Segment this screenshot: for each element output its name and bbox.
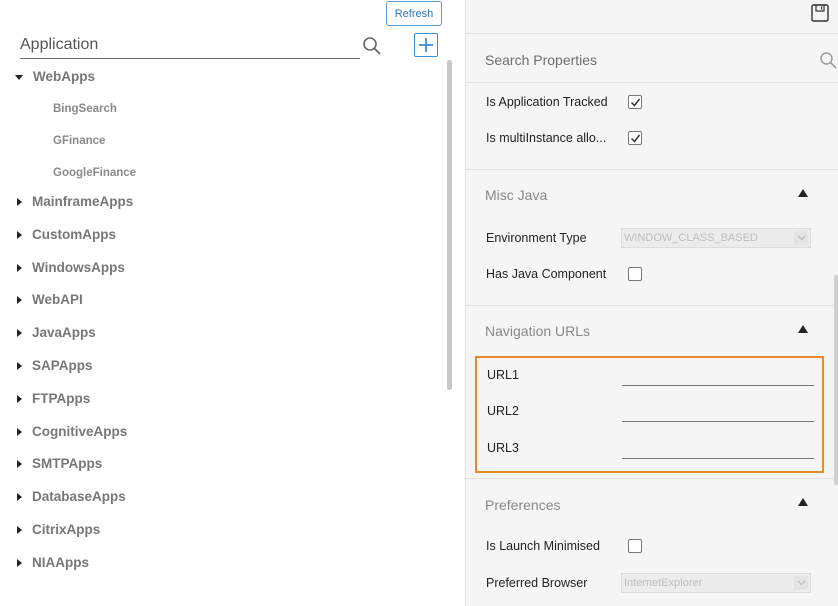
environment-type-label: Environment Type: [486, 231, 587, 245]
navigation-urls-group: URL1 URL2 URL3: [475, 356, 824, 473]
tree-item-label: SMTPApps: [32, 456, 103, 471]
is-application-tracked-label: Is Application Tracked: [486, 95, 608, 109]
search-icon[interactable]: [362, 36, 382, 56]
application-search-input[interactable]: [20, 34, 360, 56]
tree-item-label: MainframeApps: [32, 194, 134, 209]
caret-right-icon[interactable]: [15, 362, 23, 370]
chevron-down-icon: [794, 576, 808, 590]
tree-item-label: CustomApps: [32, 227, 116, 242]
section-title: Misc Java: [485, 187, 548, 203]
caret-right-icon[interactable]: [15, 231, 23, 239]
preferences-section-header[interactable]: Preferences: [466, 478, 838, 528]
caret-right-icon[interactable]: [15, 329, 23, 337]
tree-child-label: GFinance: [53, 135, 106, 147]
tree-item-label: DatabaseApps: [32, 489, 126, 504]
tree-child-label: BingSearch: [53, 103, 117, 115]
caret-down-icon[interactable]: [15, 73, 23, 81]
search-icon[interactable]: [819, 51, 837, 69]
caret-right-icon[interactable]: [15, 559, 23, 567]
environment-type-row: Environment Type: [486, 226, 587, 250]
is-launch-minimised-label: Is Launch Minimised: [486, 539, 600, 553]
has-java-component-row: Has Java Component: [486, 262, 606, 286]
property-search-bar: [466, 33, 838, 83]
tree-item-label: JavaApps: [32, 325, 96, 340]
caret-right-icon[interactable]: [15, 493, 23, 501]
is-application-tracked-row: Is Application Tracked: [486, 90, 608, 114]
preferred-browser-value: InternetExplorer: [624, 577, 703, 589]
has-java-component-label: Has Java Component: [486, 267, 607, 281]
url2-label: URL2: [487, 404, 519, 418]
caret-up-icon[interactable]: [797, 188, 809, 198]
tree-item-label: WindowsApps: [32, 260, 125, 275]
properties-scrollbar[interactable]: [834, 275, 838, 485]
tree-scrollbar[interactable]: [447, 60, 452, 390]
caret-right-icon[interactable]: [15, 428, 23, 436]
caret-right-icon[interactable]: [15, 460, 23, 468]
application-tree-panel: Refresh WebApps BingSearch GFi: [0, 0, 465, 606]
tree-item-label: WebApps: [33, 69, 96, 84]
section-title: Navigation URLs: [485, 323, 591, 339]
preferred-browser-label: Preferred Browser: [486, 576, 588, 590]
section-title: Preferences: [485, 497, 561, 513]
url1-label: URL1: [487, 368, 519, 382]
caret-up-icon[interactable]: [797, 324, 809, 334]
is-multiinstance-row: Is multiInstance allo...: [486, 126, 606, 150]
url2-input[interactable]: [622, 402, 814, 422]
property-search-input[interactable]: [485, 50, 815, 70]
url3-input[interactable]: [622, 439, 814, 459]
checkmark-icon: [630, 134, 640, 143]
url1-input[interactable]: [622, 366, 814, 386]
application-designer: Refresh WebApps BingSearch GFi: [0, 0, 838, 606]
environment-type-select[interactable]: WINDOW_CLASS_BASED: [621, 228, 811, 248]
application-search-field: [20, 34, 360, 59]
plus-icon: [419, 38, 433, 52]
has-java-component-checkbox[interactable]: [628, 267, 642, 281]
add-application-button[interactable]: [414, 33, 438, 57]
save-icon[interactable]: [810, 3, 830, 23]
navigation-urls-section-header[interactable]: Navigation URLs: [466, 305, 838, 355]
tree-item-label: WebAPI: [32, 292, 83, 307]
misc-java-section-header[interactable]: Misc Java: [466, 169, 838, 219]
is-launch-minimised-row: Is Launch Minimised: [486, 534, 600, 558]
tree-item-label: CognitiveApps: [32, 424, 128, 439]
tree-child-label: GoogleFinance: [53, 167, 137, 179]
preferred-browser-row: Preferred Browser: [486, 571, 587, 595]
preferred-browser-select[interactable]: InternetExplorer: [621, 573, 811, 593]
tree-item-label: CitrixApps: [32, 522, 101, 537]
is-multiinstance-checkbox[interactable]: [628, 131, 642, 145]
caret-right-icon[interactable]: [15, 296, 23, 304]
tree-item-label: FTPApps: [32, 391, 91, 406]
environment-type-value: WINDOW_CLASS_BASED: [624, 232, 758, 244]
refresh-button[interactable]: Refresh: [386, 1, 442, 26]
checkmark-icon: [630, 98, 640, 107]
is-multiinstance-label: Is multiInstance allo...: [486, 131, 607, 145]
caret-right-icon[interactable]: [15, 395, 23, 403]
tree-item-label: NIAApps: [32, 555, 89, 570]
caret-right-icon[interactable]: [15, 526, 23, 534]
url3-label: URL3: [487, 441, 519, 455]
is-application-tracked-checkbox[interactable]: [628, 95, 642, 109]
tree-item-label: SAPApps: [32, 358, 93, 373]
properties-panel: Is Application Tracked Is multiInstance …: [465, 0, 838, 606]
chevron-down-icon: [794, 231, 808, 245]
caret-up-icon[interactable]: [797, 497, 809, 507]
caret-right-icon[interactable]: [15, 264, 23, 272]
is-launch-minimised-checkbox[interactable]: [628, 539, 642, 553]
caret-right-icon[interactable]: [15, 198, 23, 206]
